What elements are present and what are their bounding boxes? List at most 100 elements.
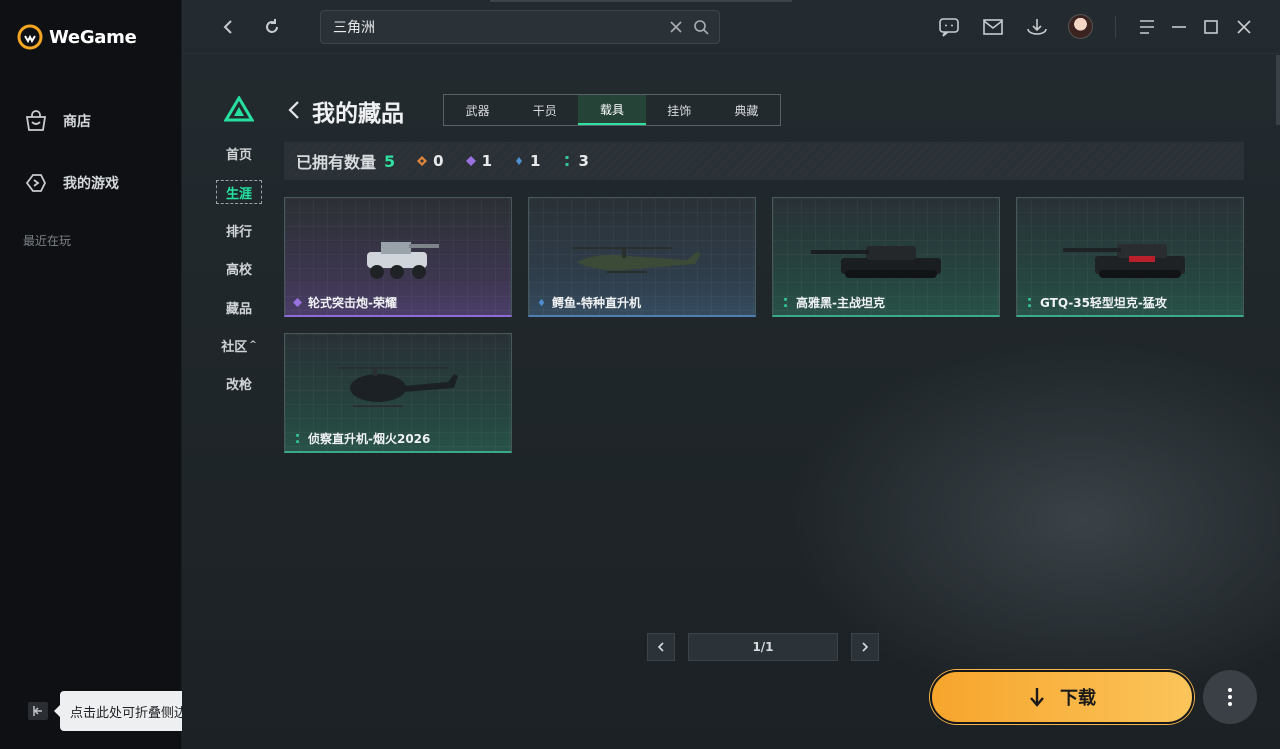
avatar[interactable] [1068,14,1093,39]
tab-operators[interactable]: 干员 [511,95,578,125]
card-label: 高雅黑-主战坦克 [781,294,885,311]
minimize-icon[interactable] [1167,15,1191,39]
refresh-button[interactable] [259,14,285,40]
back-arrow-icon[interactable] [286,98,302,122]
collapse-left-icon [33,706,42,716]
page-title: 我的藏品 [312,101,404,127]
card-label: 鳄鱼-特种直升机 [537,294,641,311]
green-gem-icon [296,434,299,443]
vehicle-card[interactable]: 侦察直升机-烟火2026 [284,333,512,453]
blue-gem-icon [538,298,545,307]
download-manager-icon[interactable] [1025,15,1049,39]
game-nav-ranking[interactable]: 排行 [216,218,262,242]
chat-icon[interactable] [937,15,961,39]
clear-search-icon[interactable] [667,18,685,36]
download-button[interactable]: 下载 [930,670,1194,724]
vehicle-card[interactable]: GTQ-35轻型坦克-猛攻 [1016,197,1244,317]
search-input[interactable] [333,11,663,43]
card-label: GTQ-35轻型坦克-猛攻 [1025,294,1167,311]
back-button[interactable] [216,14,242,40]
tab-weapons[interactable]: 武器 [444,95,511,125]
top-accent-line [490,0,792,2]
owned-count: 5 [384,151,396,171]
owned-summary-bar: 已拥有数量 5 0 1 1 3 [284,142,1244,180]
page-indicator: 1/1 [688,633,838,661]
sidebar-item-store[interactable]: 商店 [23,108,91,134]
recent-played-label: 最近在玩 [23,234,72,248]
collection-tabs: 武器 干员 载具 挂饰 典藏 [443,94,781,126]
orange-gem-icon [417,156,428,166]
scout-helicopter-image [338,367,458,407]
blue-gem-icon [515,157,524,165]
green-gem-icon [1028,298,1031,307]
game-nav-career[interactable]: 生涯 [216,180,262,204]
card-label: 侦察直升机-烟火2026 [293,430,430,447]
scrollbar[interactable] [1276,55,1280,125]
topbar-divider [1115,16,1116,38]
game-nav-community-label: 社区 [221,339,248,355]
purple-gem-icon [465,156,476,166]
green-gem-icon [565,156,569,166]
main-battle-tank-image [811,246,941,278]
card-name: 鳄鱼-特种直升机 [552,296,641,310]
rarity-count-value: 1 [481,152,493,170]
tab-charms[interactable]: 挂饰 [646,95,713,125]
rarity-count-blue: 1 [514,152,540,170]
rarity-count-value: 0 [433,152,444,170]
vehicle-card[interactable]: 鳄鱼-特种直升机 [528,197,756,317]
tab-vehicles[interactable]: 载具 [578,95,646,125]
menu-icon[interactable] [1135,15,1159,39]
delta-force-logo-icon [224,96,254,122]
gamepad-icon [25,174,47,192]
tab-collection[interactable]: 典藏 [713,95,780,125]
attack-helicopter-image [572,247,701,273]
light-tank-image [1063,244,1185,278]
game-nav-college[interactable]: 高校 [216,256,262,280]
download-arrow-icon [1030,688,1044,707]
more-options-button[interactable] [1203,670,1257,724]
game-nav-collection[interactable]: 藏品 [216,295,262,319]
vehicle-card[interactable]: 轮式突击炮-荣耀 [284,197,512,317]
refresh-icon [266,19,278,33]
close-icon[interactable] [1232,15,1256,39]
chevron-left-icon [657,642,664,652]
app-sidebar: WeGame 商店 我的游戏 最近在玩 [0,0,182,749]
maximize-icon[interactable] [1199,15,1223,39]
next-page-button[interactable] [851,633,879,661]
caret-up-icon: ^ [249,340,257,350]
download-label: 下载 [1060,688,1096,709]
rarity-count-purple: 1 [465,152,493,170]
rarity-count-green: 3 [562,152,589,170]
purple-gem-icon [293,298,302,307]
more-vertical-icon [1228,688,1232,706]
prev-page-button[interactable] [647,633,675,661]
assault-vehicle-image [367,242,439,279]
search-icon[interactable] [692,18,710,36]
card-name: 侦察直升机-烟火2026 [308,432,431,446]
chevron-right-icon [862,642,869,652]
search-box[interactable] [320,10,720,44]
collapse-sidebar-button[interactable] [28,702,48,720]
sidebar-item-label: 商店 [63,114,91,130]
card-name: 高雅黑-主战坦克 [796,296,885,310]
rarity-count-value: 1 [530,152,541,170]
green-gem-icon [784,298,787,307]
vehicle-card[interactable]: 高雅黑-主战坦克 [772,197,1000,317]
card-name: 轮式突击炮-荣耀 [308,296,397,310]
game-nav-community[interactable]: 社区 ^ [216,333,262,357]
logo-text: WeGame [49,26,137,48]
rarity-count-orange: 0 [417,152,444,170]
rarity-count-value: 3 [578,152,589,170]
chevron-left-icon [223,20,232,34]
card-name: GTQ-35轻型坦克-猛攻 [1040,296,1167,310]
mail-icon[interactable] [981,15,1005,39]
owned-label: 已拥有数量 [296,153,377,172]
game-nav-home[interactable]: 首页 [216,141,262,165]
wegame-logo[interactable]: WeGame [17,24,137,50]
wegame-logo-icon [17,24,43,50]
sidebar-item-my-games[interactable]: 我的游戏 [23,170,119,196]
store-bag-icon [25,110,47,131]
sidebar-item-label: 我的游戏 [63,176,119,192]
game-nav-gunsmith[interactable]: 改枪 [216,371,262,395]
card-label: 轮式突击炮-荣耀 [293,294,397,311]
